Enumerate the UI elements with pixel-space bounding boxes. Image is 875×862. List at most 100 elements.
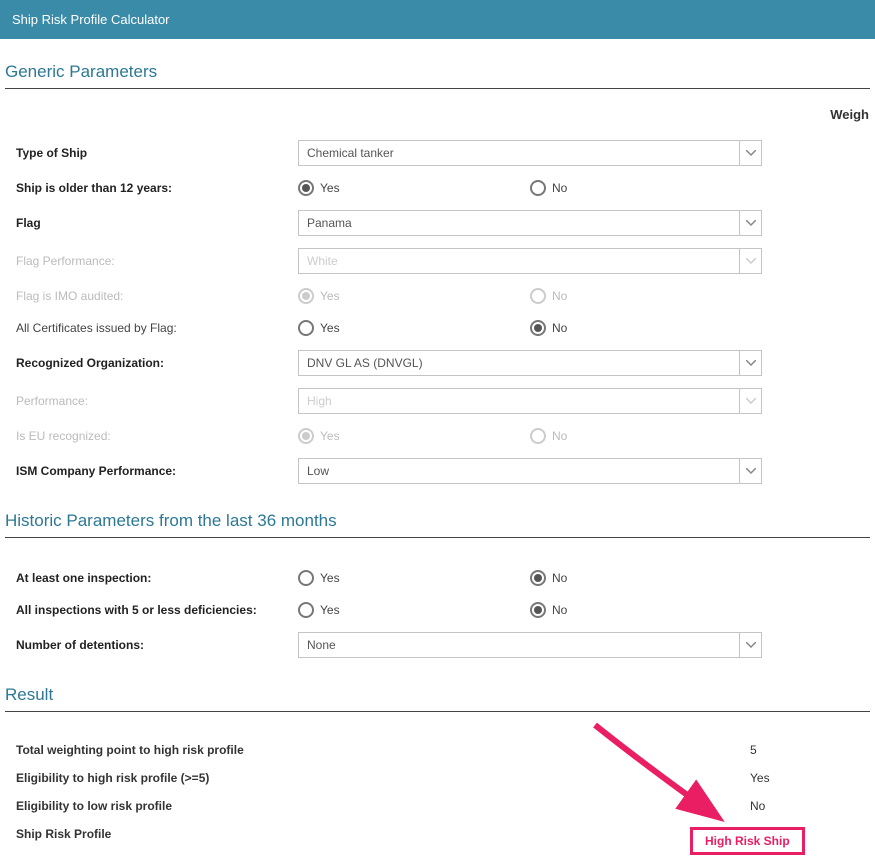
row-number-detentions: Number of detentions: None bbox=[0, 626, 875, 664]
weight-column-label: Weigh bbox=[0, 99, 875, 134]
row-older-than-12: Ship is older than 12 years: Yes No bbox=[0, 172, 875, 204]
result-value-ship-risk-profile: High Risk Ship bbox=[690, 827, 805, 855]
select-flag[interactable]: Panama bbox=[298, 210, 762, 236]
select-recognized-org[interactable]: DNV GL AS (DNVGL) bbox=[298, 350, 762, 376]
radio-older-no[interactable]: No bbox=[530, 180, 762, 196]
row-all-insp-5-or-less: All inspections with 5 or less deficienc… bbox=[0, 594, 875, 626]
row-recognized-org: Recognized Organization: DNV GL AS (DNVG… bbox=[0, 344, 875, 382]
radio-def-yes-label: Yes bbox=[320, 603, 340, 617]
result-row-total-weighting: Total weighting point to high risk profi… bbox=[0, 736, 875, 764]
radio-older-yes[interactable]: Yes bbox=[298, 180, 530, 196]
radio-icon bbox=[298, 428, 314, 444]
chevron-down-icon bbox=[739, 351, 761, 375]
label-flag-performance: Flag Performance: bbox=[16, 254, 298, 268]
radio-inspection-no-label: No bbox=[552, 571, 567, 585]
chevron-down-icon bbox=[739, 141, 761, 165]
label-ism-company-perf: ISM Company Performance: bbox=[16, 464, 298, 478]
result-value-eligibility-low: No bbox=[750, 799, 765, 813]
chevron-down-icon bbox=[739, 249, 761, 273]
radio-icon bbox=[530, 428, 546, 444]
radio-imo-yes-label: Yes bbox=[320, 289, 340, 303]
label-at-least-one-inspection: At least one inspection: bbox=[16, 571, 298, 585]
label-performance: Performance: bbox=[16, 394, 298, 408]
row-at-least-one-inspection: At least one inspection: Yes No bbox=[0, 562, 875, 594]
radio-inspection-yes[interactable]: Yes bbox=[298, 570, 530, 586]
page-title: Ship Risk Profile Calculator bbox=[12, 12, 170, 27]
label-all-certs-flag: All Certificates issued by Flag: bbox=[16, 321, 298, 335]
radio-certs-no-label: No bbox=[552, 321, 567, 335]
radio-inspection-no[interactable]: No bbox=[530, 570, 762, 586]
radio-def-yes[interactable]: Yes bbox=[298, 602, 530, 618]
radio-icon bbox=[298, 288, 314, 304]
row-eu-recognized: Is EU recognized: Yes No bbox=[0, 420, 875, 452]
radio-icon bbox=[298, 570, 314, 586]
radio-imo-no-label: No bbox=[552, 289, 567, 303]
page-header: Ship Risk Profile Calculator bbox=[0, 0, 875, 39]
result-row-eligibility-high: Eligibility to high risk profile (>=5) Y… bbox=[0, 764, 875, 792]
label-type-of-ship: Type of Ship bbox=[16, 146, 298, 160]
result-label-total-weighting: Total weighting point to high risk profi… bbox=[16, 743, 750, 757]
radio-imo-yes: Yes bbox=[298, 288, 530, 304]
chevron-down-icon bbox=[739, 211, 761, 235]
radio-inspection-yes-label: Yes bbox=[320, 571, 340, 585]
radio-eu-no-label: No bbox=[552, 429, 567, 443]
label-flag-imo-audited: Flag is IMO audited: bbox=[16, 289, 298, 303]
radio-def-no-label: No bbox=[552, 603, 567, 617]
row-flag: Flag Panama bbox=[0, 204, 875, 242]
result-label-eligibility-high: Eligibility to high risk profile (>=5) bbox=[16, 771, 750, 785]
label-number-detentions: Number of detentions: bbox=[16, 638, 298, 652]
radio-certs-no[interactable]: No bbox=[530, 320, 762, 336]
chevron-down-icon bbox=[739, 389, 761, 413]
radio-icon bbox=[530, 320, 546, 336]
row-ism-company-perf: ISM Company Performance: Low bbox=[0, 452, 875, 490]
radio-icon bbox=[530, 180, 546, 196]
radio-imo-no: No bbox=[530, 288, 762, 304]
row-all-certs-flag: All Certificates issued by Flag: Yes No bbox=[0, 312, 875, 344]
section-historic-title: Historic Parameters from the last 36 mon… bbox=[5, 508, 870, 538]
radio-certs-yes[interactable]: Yes bbox=[298, 320, 530, 336]
select-performance-value: High bbox=[299, 394, 739, 408]
row-flag-performance: Flag Performance: White bbox=[0, 242, 875, 280]
radio-icon bbox=[298, 180, 314, 196]
radio-icon bbox=[530, 288, 546, 304]
select-ism-company-perf-value: Low bbox=[299, 464, 739, 478]
result-row-ship-risk-profile: Ship Risk Profile High Risk Ship bbox=[0, 820, 875, 862]
result-value-total-weighting: 5 bbox=[750, 743, 757, 757]
select-flag-performance: White bbox=[298, 248, 762, 274]
result-label-eligibility-low: Eligibility to low risk profile bbox=[16, 799, 750, 813]
radio-icon bbox=[530, 602, 546, 618]
select-type-of-ship[interactable]: Chemical tanker bbox=[298, 140, 762, 166]
select-number-detentions-value: None bbox=[299, 638, 739, 652]
select-flag-performance-value: White bbox=[299, 254, 739, 268]
radio-icon bbox=[530, 570, 546, 586]
radio-icon bbox=[298, 320, 314, 336]
label-flag: Flag bbox=[16, 216, 298, 230]
select-type-of-ship-value: Chemical tanker bbox=[299, 146, 739, 160]
radio-icon bbox=[298, 602, 314, 618]
radio-older-no-label: No bbox=[552, 181, 567, 195]
select-performance: High bbox=[298, 388, 762, 414]
radio-older-yes-label: Yes bbox=[320, 181, 340, 195]
row-type-of-ship: Type of Ship Chemical tanker bbox=[0, 134, 875, 172]
label-eu-recognized: Is EU recognized: bbox=[16, 429, 298, 443]
select-flag-value: Panama bbox=[299, 216, 739, 230]
result-row-eligibility-low: Eligibility to low risk profile No bbox=[0, 792, 875, 820]
label-older-than-12: Ship is older than 12 years: bbox=[16, 181, 298, 195]
label-recognized-org: Recognized Organization: bbox=[16, 356, 298, 370]
select-ism-company-perf[interactable]: Low bbox=[298, 458, 762, 484]
row-performance: Performance: High bbox=[0, 382, 875, 420]
radio-certs-yes-label: Yes bbox=[320, 321, 340, 335]
section-generic-title: Generic Parameters bbox=[5, 59, 870, 89]
radio-def-no[interactable]: No bbox=[530, 602, 762, 618]
label-all-insp-5-or-less: All inspections with 5 or less deficienc… bbox=[16, 602, 298, 619]
radio-eu-yes-label: Yes bbox=[320, 429, 340, 443]
result-value-eligibility-high: Yes bbox=[750, 771, 770, 785]
result-label-ship-risk-profile: Ship Risk Profile bbox=[16, 827, 720, 855]
section-result-title: Result bbox=[5, 682, 870, 712]
radio-eu-no: No bbox=[530, 428, 762, 444]
select-number-detentions[interactable]: None bbox=[298, 632, 762, 658]
radio-eu-yes: Yes bbox=[298, 428, 530, 444]
chevron-down-icon bbox=[739, 633, 761, 657]
select-recognized-org-value: DNV GL AS (DNVGL) bbox=[299, 356, 739, 370]
chevron-down-icon bbox=[739, 459, 761, 483]
